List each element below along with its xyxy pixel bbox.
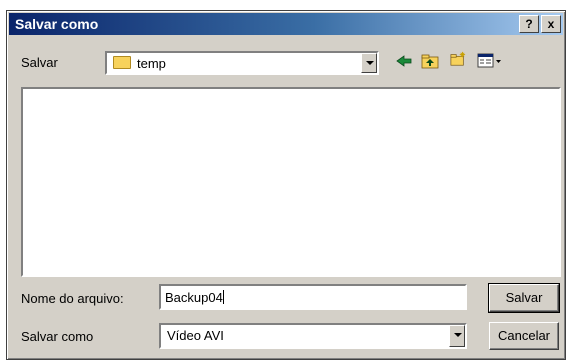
filename-value: Backup04 (165, 290, 223, 305)
filename-label-text: Nome do arquivo: (21, 291, 124, 306)
filetype-combo[interactable]: Vídeo AVI (159, 323, 467, 349)
title-bar[interactable]: Salvar como ? x (9, 13, 563, 35)
filename-label: Nome do arquivo: (21, 291, 124, 306)
filetype-value: Vídeo AVI (167, 328, 224, 343)
save-as-dialog: Salvar como ? x Salvar temp Nome do arqu… (6, 10, 566, 360)
folder-icon (113, 56, 131, 69)
help-button[interactable]: ? (519, 15, 539, 33)
window-title: Salvar como (15, 16, 99, 32)
filetype-label: Salvar como (21, 329, 93, 344)
save-in-label: Salvar (21, 55, 58, 70)
cancel-button[interactable]: Cancelar (489, 322, 559, 350)
file-list[interactable] (21, 87, 561, 277)
folder-value-wrap: temp (113, 56, 166, 71)
close-button[interactable]: x (541, 15, 561, 33)
save-button[interactable]: Salvar (488, 283, 560, 313)
filetype-label-text: Salvar como (21, 329, 94, 344)
text-caret (222, 290, 224, 304)
view-menu-icon[interactable] (477, 53, 503, 69)
title-buttons: ? x (519, 15, 561, 33)
up-folder-icon[interactable] (421, 53, 439, 69)
back-icon[interactable] (395, 53, 413, 69)
folder-name: temp (137, 56, 166, 71)
save-in-label-text: Salvar (21, 55, 58, 70)
chevron-down-icon[interactable] (361, 53, 377, 73)
filename-input[interactable]: Backup04 (159, 284, 467, 310)
new-folder-icon[interactable] (449, 51, 467, 67)
chevron-down-icon[interactable] (449, 325, 465, 347)
folder-combo[interactable]: temp (105, 51, 379, 75)
